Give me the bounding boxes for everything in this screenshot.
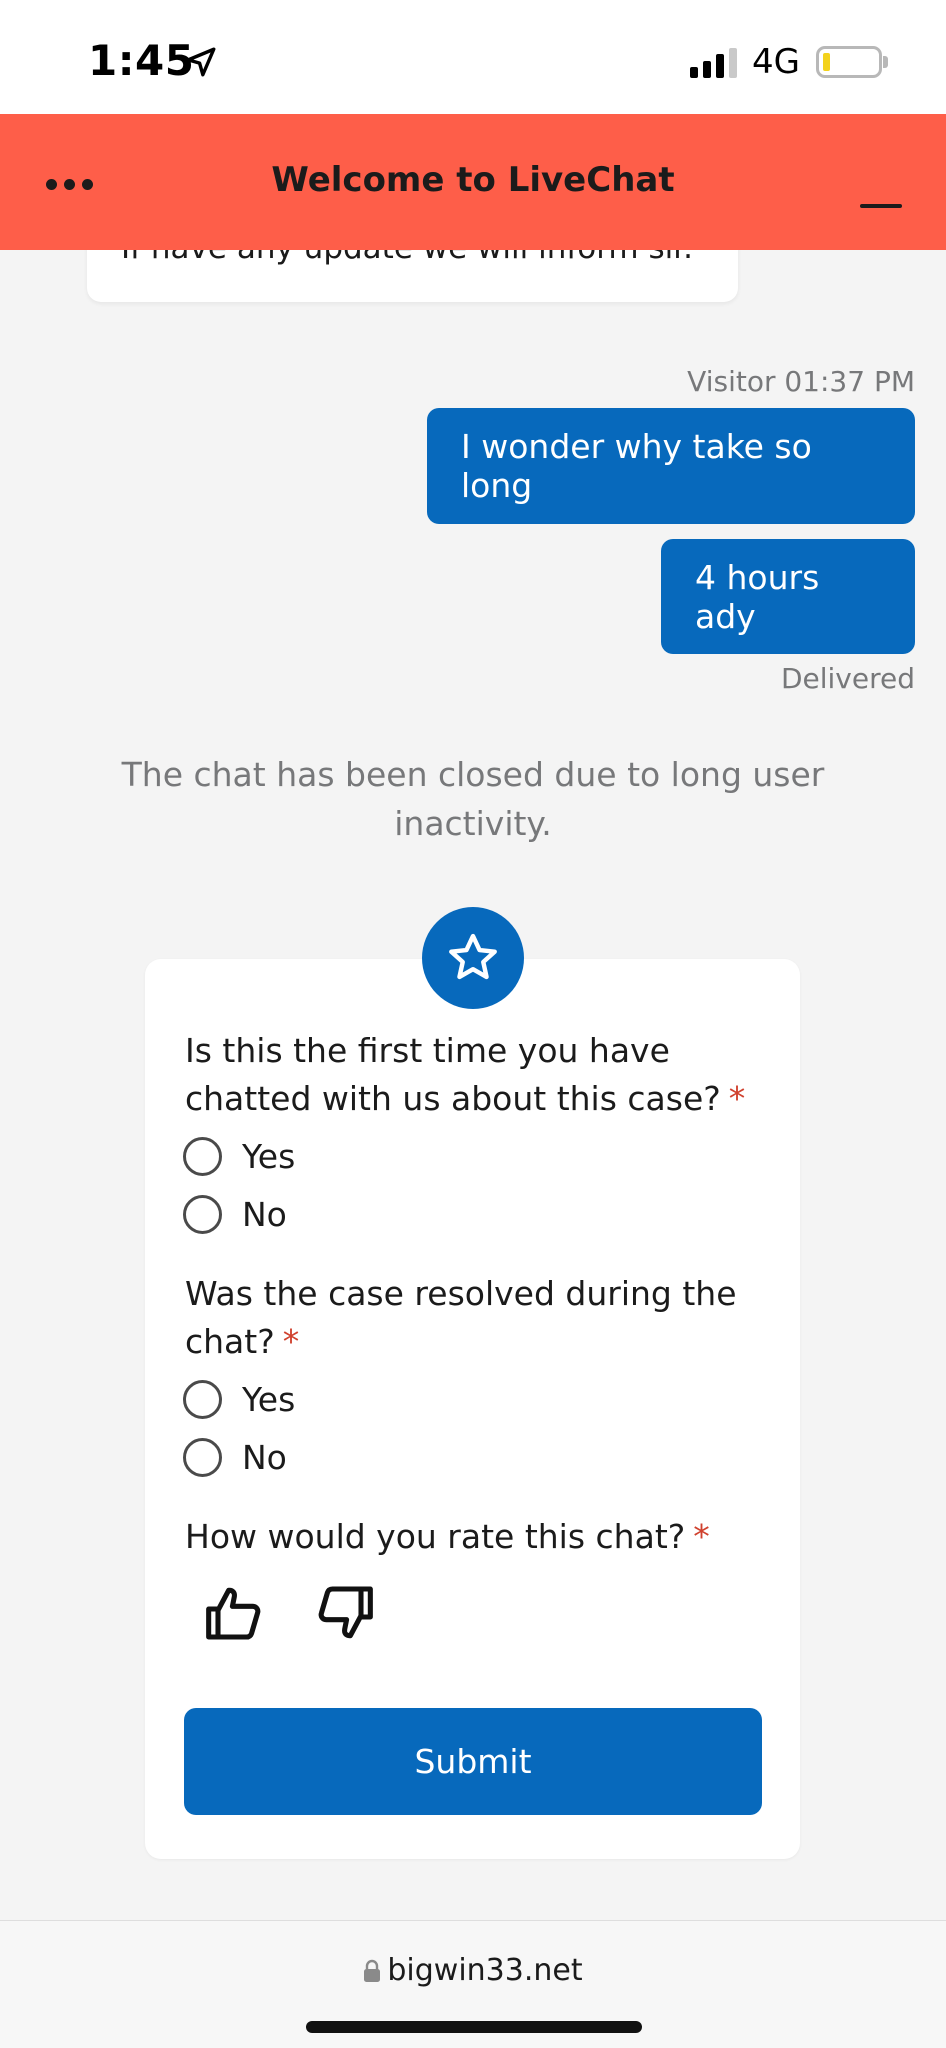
status-bar: 1:45 4G: [0, 0, 946, 114]
question-first-time: Is this the first time you have chatted …: [185, 1027, 765, 1123]
delivery-status: Delivered: [780, 662, 915, 695]
radio-button[interactable]: [183, 1195, 222, 1234]
radio-button[interactable]: [183, 1137, 222, 1176]
radio-first-time-no[interactable]: No: [183, 1195, 287, 1234]
url-display[interactable]: bigwin33.net: [0, 1953, 946, 1988]
question-label: How would you rate this chat?: [185, 1517, 686, 1556]
lock-icon: [364, 1959, 381, 1982]
radio-resolved-yes[interactable]: Yes: [183, 1380, 295, 1419]
minimize-icon[interactable]: [858, 170, 904, 210]
thumbs-up-icon[interactable]: [202, 1581, 266, 1645]
home-indicator[interactable]: [306, 2021, 642, 2033]
required-marker: *: [282, 1322, 300, 1361]
radio-button[interactable]: [183, 1380, 222, 1419]
battery-nub: [883, 56, 888, 68]
page: 1:45 4G Welcome to LiveChat If have any …: [0, 0, 946, 2048]
chat-header: Welcome to LiveChat: [0, 114, 946, 250]
signal-bars-icon: [690, 48, 737, 78]
question-rating: How would you rate this chat? *: [185, 1513, 765, 1561]
star-icon: [422, 907, 524, 1009]
radio-label: Yes: [242, 1137, 296, 1176]
system-message: The chat has been closed due to long use…: [121, 755, 825, 843]
agent-message: If have any update we will inform sir.: [87, 250, 738, 302]
visitor-message: 4 hours ady: [661, 539, 915, 654]
visitor-meta: Visitor 01:37 PM: [687, 365, 915, 398]
location-arrow-icon: [186, 47, 216, 77]
thumbs-down-icon[interactable]: [313, 1581, 377, 1645]
radio-label: Yes: [242, 1380, 296, 1419]
battery-low-icon: [816, 46, 882, 78]
submit-button[interactable]: Submit: [184, 1708, 762, 1815]
visitor-message: I wonder why take so long: [427, 408, 915, 524]
question-label: Was the case resolved during the chat?: [185, 1274, 737, 1361]
status-time: 1:45: [88, 36, 195, 85]
question-label: Is this the first time you have chatted …: [185, 1031, 721, 1118]
radio-label: No: [242, 1438, 287, 1477]
question-resolved: Was the case resolved during the chat? *: [185, 1270, 765, 1366]
radio-button[interactable]: [183, 1438, 222, 1477]
radio-first-time-yes[interactable]: Yes: [183, 1137, 295, 1176]
required-marker: *: [728, 1079, 746, 1118]
radio-resolved-no[interactable]: No: [183, 1438, 287, 1477]
required-marker: *: [693, 1517, 710, 1556]
survey-card: Is this the first time you have chatted …: [145, 959, 800, 1859]
url-text: bigwin33.net: [387, 1953, 583, 1988]
star-icon-glyph: [449, 933, 497, 980]
network-label: 4G: [752, 42, 800, 82]
agent-message-text: If have any update we will inform sir.: [121, 250, 693, 266]
chat-transcript[interactable]: If have any update we will inform sir. V…: [0, 250, 946, 1920]
browser-url-bar[interactable]: bigwin33.net: [0, 1920, 946, 2048]
header-title: Welcome to LiveChat: [271, 160, 675, 200]
radio-label: No: [242, 1195, 287, 1234]
